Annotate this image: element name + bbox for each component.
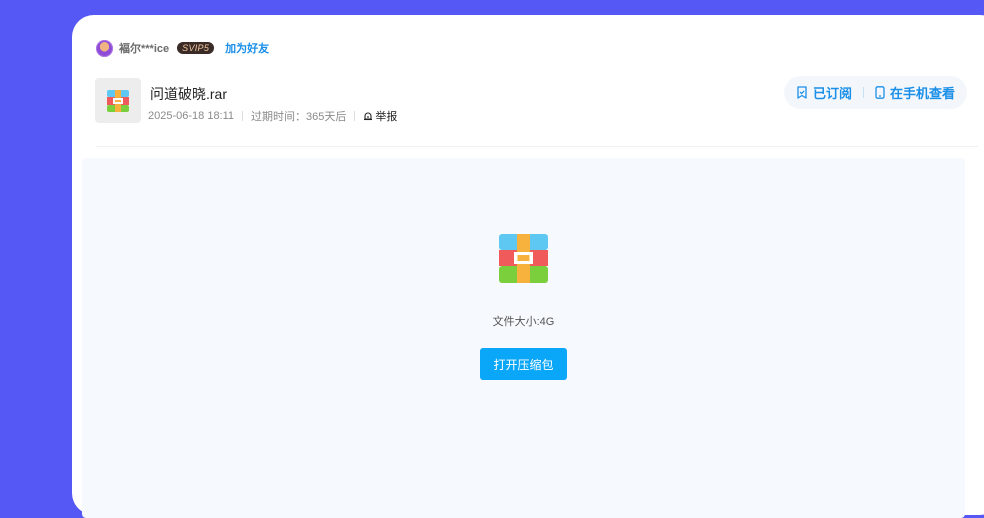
upload-date: 2025-06-18 18:11 — [148, 110, 235, 122]
file-name: 问道破晓.rar — [150, 86, 227, 102]
username[interactable]: 褔尔***ice — [119, 40, 169, 56]
user-row: 褔尔***ice SVIP5 加为好友 — [96, 39, 269, 57]
action-pill: 已订阅 在手机查看 — [784, 76, 967, 109]
phone-icon — [875, 86, 885, 99]
report-label: 举报 — [375, 111, 398, 123]
view-on-phone-button[interactable]: 在手机查看 — [875, 83, 955, 102]
bookmark-check-icon — [797, 86, 807, 99]
file-size-text: 文件大小:4G — [492, 316, 555, 328]
meta-divider — [242, 111, 244, 121]
archive-icon — [499, 234, 548, 283]
file-preview-panel: 文件大小:4G 打开压缩包 — [82, 158, 965, 518]
vip-badge: SVIP5 — [177, 42, 215, 54]
open-archive-button[interactable]: 打开压缩包 — [480, 348, 567, 380]
alarm-icon — [364, 112, 373, 121]
header-divider — [96, 146, 978, 147]
report-link[interactable]: 举报 — [363, 108, 397, 124]
file-thumbnail — [95, 78, 141, 123]
file-share-card: 褔尔***ice SVIP5 加为好友 问道破晓.rar 2025-06-18 … — [72, 15, 984, 518]
subscribed-button[interactable]: 已订阅 — [796, 83, 852, 102]
action-divider — [863, 87, 864, 98]
add-friend-link[interactable]: 加为好友 — [225, 40, 269, 56]
expire-time: 过期时间：365天后 — [251, 111, 347, 123]
subscribed-label: 已订阅 — [812, 86, 852, 101]
avatar[interactable] — [96, 39, 113, 57]
view-on-phone-label: 在手机查看 — [890, 86, 956, 101]
meta-divider — [354, 111, 356, 121]
archive-icon — [107, 89, 129, 112]
file-meta: 2025-06-18 18:11 过期时间：365天后 举报 — [148, 108, 397, 124]
